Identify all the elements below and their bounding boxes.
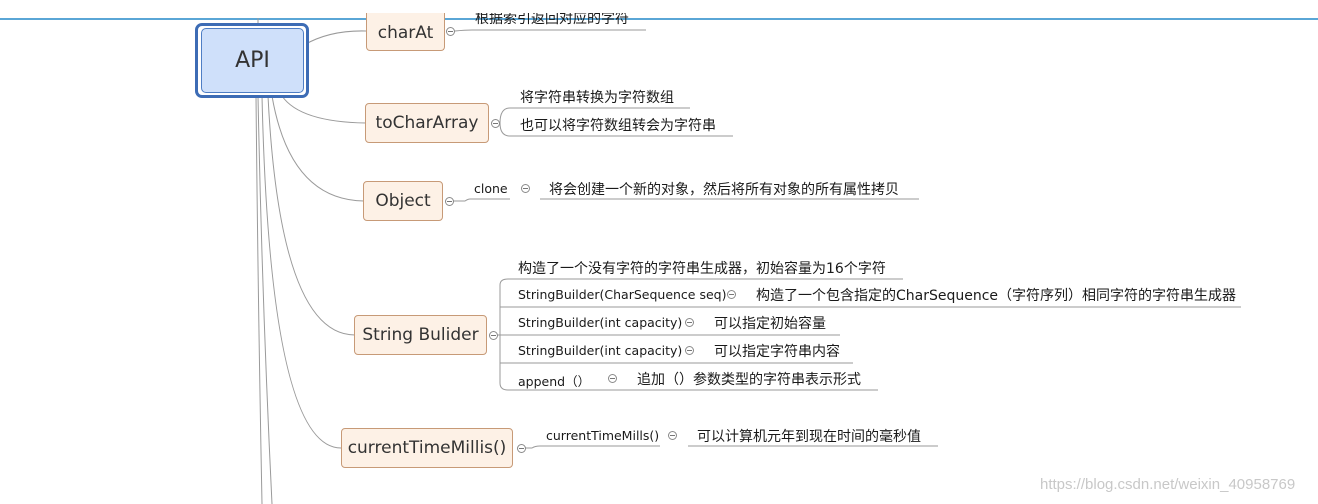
collapse-toggle-icon[interactable]: [668, 431, 677, 440]
collapse-toggle-icon[interactable]: [446, 27, 455, 36]
node-object-label: Object: [375, 191, 431, 211]
stringbuilder-desc-3: 可以指定字符串内容: [714, 344, 840, 360]
node-charat-label: charAt: [377, 23, 434, 43]
tochararray-item-1: 将字符串转换为字符数组: [520, 90, 674, 106]
node-currenttimemillis-label: currentTimeMillis(): [347, 438, 507, 458]
watermark: https://blog.csdn.net/weixin_40958769: [1040, 476, 1296, 493]
stringbuilder-desc-4: 追加（）参数类型的字符串表示形式: [637, 372, 861, 388]
node-string-builder-label: String Bulider: [362, 325, 479, 345]
object-method: clone: [474, 181, 508, 196]
node-currenttimemillis[interactable]: currentTimeMillis(): [341, 428, 513, 468]
collapse-toggle-icon[interactable]: [685, 346, 694, 355]
collapse-toggle-icon[interactable]: [489, 331, 498, 340]
collapse-toggle-icon[interactable]: [517, 444, 526, 453]
currenttimemillis-method: currentTimeMills(): [546, 428, 660, 443]
collapse-toggle-icon[interactable]: [521, 184, 530, 193]
stringbuilder-method-4: append（）: [518, 374, 591, 389]
root-node-label: API: [235, 48, 270, 73]
object-desc: 将会创建一个新的对象，然后将所有对象的所有属性拷贝: [549, 182, 899, 198]
node-charat[interactable]: charAt: [366, 13, 445, 51]
collapse-toggle-icon[interactable]: [685, 318, 694, 327]
collapse-toggle-icon[interactable]: [727, 290, 736, 299]
collapse-toggle-icon[interactable]: [445, 197, 454, 206]
stringbuilder-desc-2: 可以指定初始容量: [714, 316, 826, 332]
node-tochararray-label: toCharArray: [375, 113, 479, 133]
currenttimemillis-desc: 可以计算机元年到现在时间的毫秒值: [697, 429, 921, 445]
tochararray-item-2: 也可以将字符数组转会为字符串: [520, 118, 716, 134]
collapse-toggle-icon[interactable]: [608, 374, 617, 383]
stringbuilder-method-2: StringBuilder(int capacity): [518, 315, 683, 330]
stringbuilder-desc-1: 构造了一个包含指定的CharSequence（字符序列）相同字符的字符串生成器: [756, 288, 1237, 304]
node-tochararray[interactable]: toCharArray: [365, 103, 489, 143]
node-object[interactable]: Object: [363, 181, 443, 221]
node-string-builder[interactable]: String Bulider: [354, 315, 487, 355]
stringbuilder-method-1: StringBuilder(CharSequence seq): [518, 287, 727, 302]
root-node-api[interactable]: API: [201, 28, 304, 93]
stringbuilder-method-3: StringBuilder(int capacity): [518, 343, 683, 358]
stringbuilder-summary: 构造了一个没有字符的字符串生成器，初始容量为16个字符: [518, 261, 886, 277]
collapse-toggle-icon[interactable]: [491, 119, 500, 128]
